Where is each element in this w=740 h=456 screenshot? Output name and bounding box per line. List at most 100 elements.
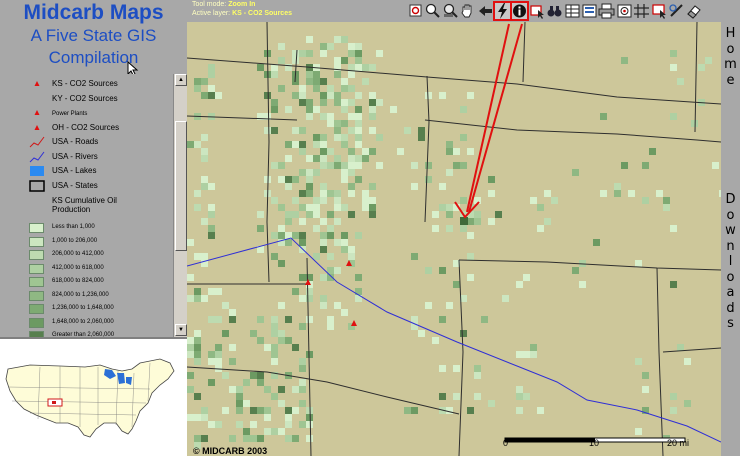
oil-cell: [292, 127, 299, 134]
oil-cell: [600, 113, 607, 120]
oil-cell: [362, 204, 369, 211]
find-binoculars-tool-button[interactable]: [546, 2, 563, 20]
ramp-item: 1,000 to 206,000: [0, 235, 173, 249]
print-tool-button[interactable]: [598, 2, 615, 20]
oil-cell: [187, 344, 194, 351]
oil-cell: [194, 393, 201, 400]
oil-cell: [306, 414, 313, 421]
home-link[interactable]: Home: [721, 26, 740, 88]
select-box-tool-button[interactable]: [651, 2, 668, 20]
map-canvas[interactable]: 0 10 20 mi © MIDCARB 2003: [187, 22, 721, 456]
oil-cell: [453, 162, 460, 169]
oil-cell: [460, 217, 468, 225]
oil-cell: [278, 400, 285, 407]
clear-eraser-icon: [687, 5, 702, 19]
oil-cell: [306, 190, 313, 197]
oil-cell: [516, 351, 523, 358]
oil-cell: [495, 211, 502, 218]
oil-cell: [355, 274, 362, 281]
legend-item: OH - CO2 Sources: [0, 121, 173, 135]
oil-cell: [320, 302, 327, 309]
oil-cell: [201, 295, 208, 302]
oil-cell: [348, 50, 355, 57]
oil-cell: [537, 225, 544, 232]
scroll-thumb[interactable]: [175, 121, 187, 251]
oil-cell: [446, 169, 453, 176]
measure-tool-button[interactable]: [668, 2, 685, 20]
oil-cell: [621, 162, 628, 169]
oil-cell: [663, 197, 670, 204]
oil-cell: [264, 176, 271, 183]
oil-cell: [327, 162, 334, 169]
oil-cell: [404, 127, 411, 134]
zoom-to-full-tool-button[interactable]: [407, 2, 424, 20]
grid-tool-button[interactable]: [633, 2, 650, 20]
oil-cell: [306, 421, 313, 428]
oil-cell: [376, 99, 383, 106]
oil-cell: [320, 183, 327, 190]
oil-cell: [467, 253, 474, 260]
oil-cell: [299, 295, 306, 302]
ramp-swatch: [29, 317, 44, 328]
clear-eraser-tool-button[interactable]: [685, 2, 702, 20]
oil-cell: [278, 162, 285, 169]
oil-cell: [278, 225, 285, 232]
buffer-tool-button[interactable]: [616, 2, 633, 20]
oil-cell: [446, 407, 453, 414]
downloads-link[interactable]: Downloads: [721, 192, 740, 332]
query-table-tool-button[interactable]: [564, 2, 581, 20]
oil-cell: [313, 71, 320, 78]
ramp-label: 618,000 to 824,000: [52, 278, 104, 284]
oil-cell: [271, 323, 278, 330]
oil-cell: [236, 400, 243, 407]
hyperlink-bolt-tool-button[interactable]: [493, 1, 512, 21]
oil-cell: [670, 281, 677, 288]
oil-cell: [299, 386, 306, 393]
oil-cell: [194, 337, 201, 344]
zoom-in-tool-button[interactable]: [424, 2, 441, 20]
oil-cell: [313, 169, 320, 176]
ramp-label: 206,000 to 412,000: [52, 251, 104, 257]
layers-tool-button[interactable]: [581, 2, 598, 20]
select-tool-button[interactable]: [529, 2, 546, 20]
oil-cell: [250, 421, 257, 428]
oil-cell: [201, 134, 208, 141]
oil-cell: [516, 386, 523, 393]
oil-cell: [614, 190, 621, 197]
oil-cell: [334, 162, 341, 169]
oil-cell: [341, 204, 348, 211]
oil-cell: [306, 113, 313, 120]
oil-cell: [334, 218, 341, 225]
zoom-out-tool-button[interactable]: [442, 2, 459, 20]
oil-cell: [502, 295, 509, 302]
oil-cell: [299, 99, 306, 106]
oil-cell: [572, 267, 579, 274]
find-binoculars-icon: [547, 6, 562, 17]
oil-cell: [334, 99, 341, 106]
oil-cell: [201, 435, 208, 442]
ramp-label: 824,000 to 1,236,000: [52, 291, 109, 298]
back-arrow-tool-button[interactable]: [477, 2, 494, 20]
oil-cell: [229, 316, 236, 323]
pan-hand-tool-button[interactable]: [459, 2, 476, 20]
map-view[interactable]: 0 10 20 mi © MIDCARB 2003: [187, 22, 721, 456]
ramp-swatch: [29, 304, 44, 314]
overview-map[interactable]: [0, 337, 187, 456]
oil-cell: [236, 407, 243, 414]
legend-scrollbar[interactable]: ▲ ▼: [173, 74, 187, 337]
oil-cell: [474, 393, 481, 400]
scroll-down-button[interactable]: ▼: [175, 324, 187, 336]
oil-cell: [642, 162, 649, 169]
oil-cell: [355, 113, 362, 120]
scroll-up-button[interactable]: ▲: [175, 74, 187, 86]
oil-cell: [299, 323, 306, 330]
oil-cell: [320, 148, 327, 155]
oil-cell: [341, 106, 348, 113]
identify-info-tool-button[interactable]: [510, 1, 530, 21]
scale-label-20: 20 mi: [667, 438, 689, 448]
oil-cell: [348, 169, 355, 176]
oil-cell: [348, 190, 355, 197]
right-nav: Home Downloads: [721, 22, 740, 456]
oil-cell: [313, 141, 320, 148]
oil-cell: [369, 92, 376, 99]
